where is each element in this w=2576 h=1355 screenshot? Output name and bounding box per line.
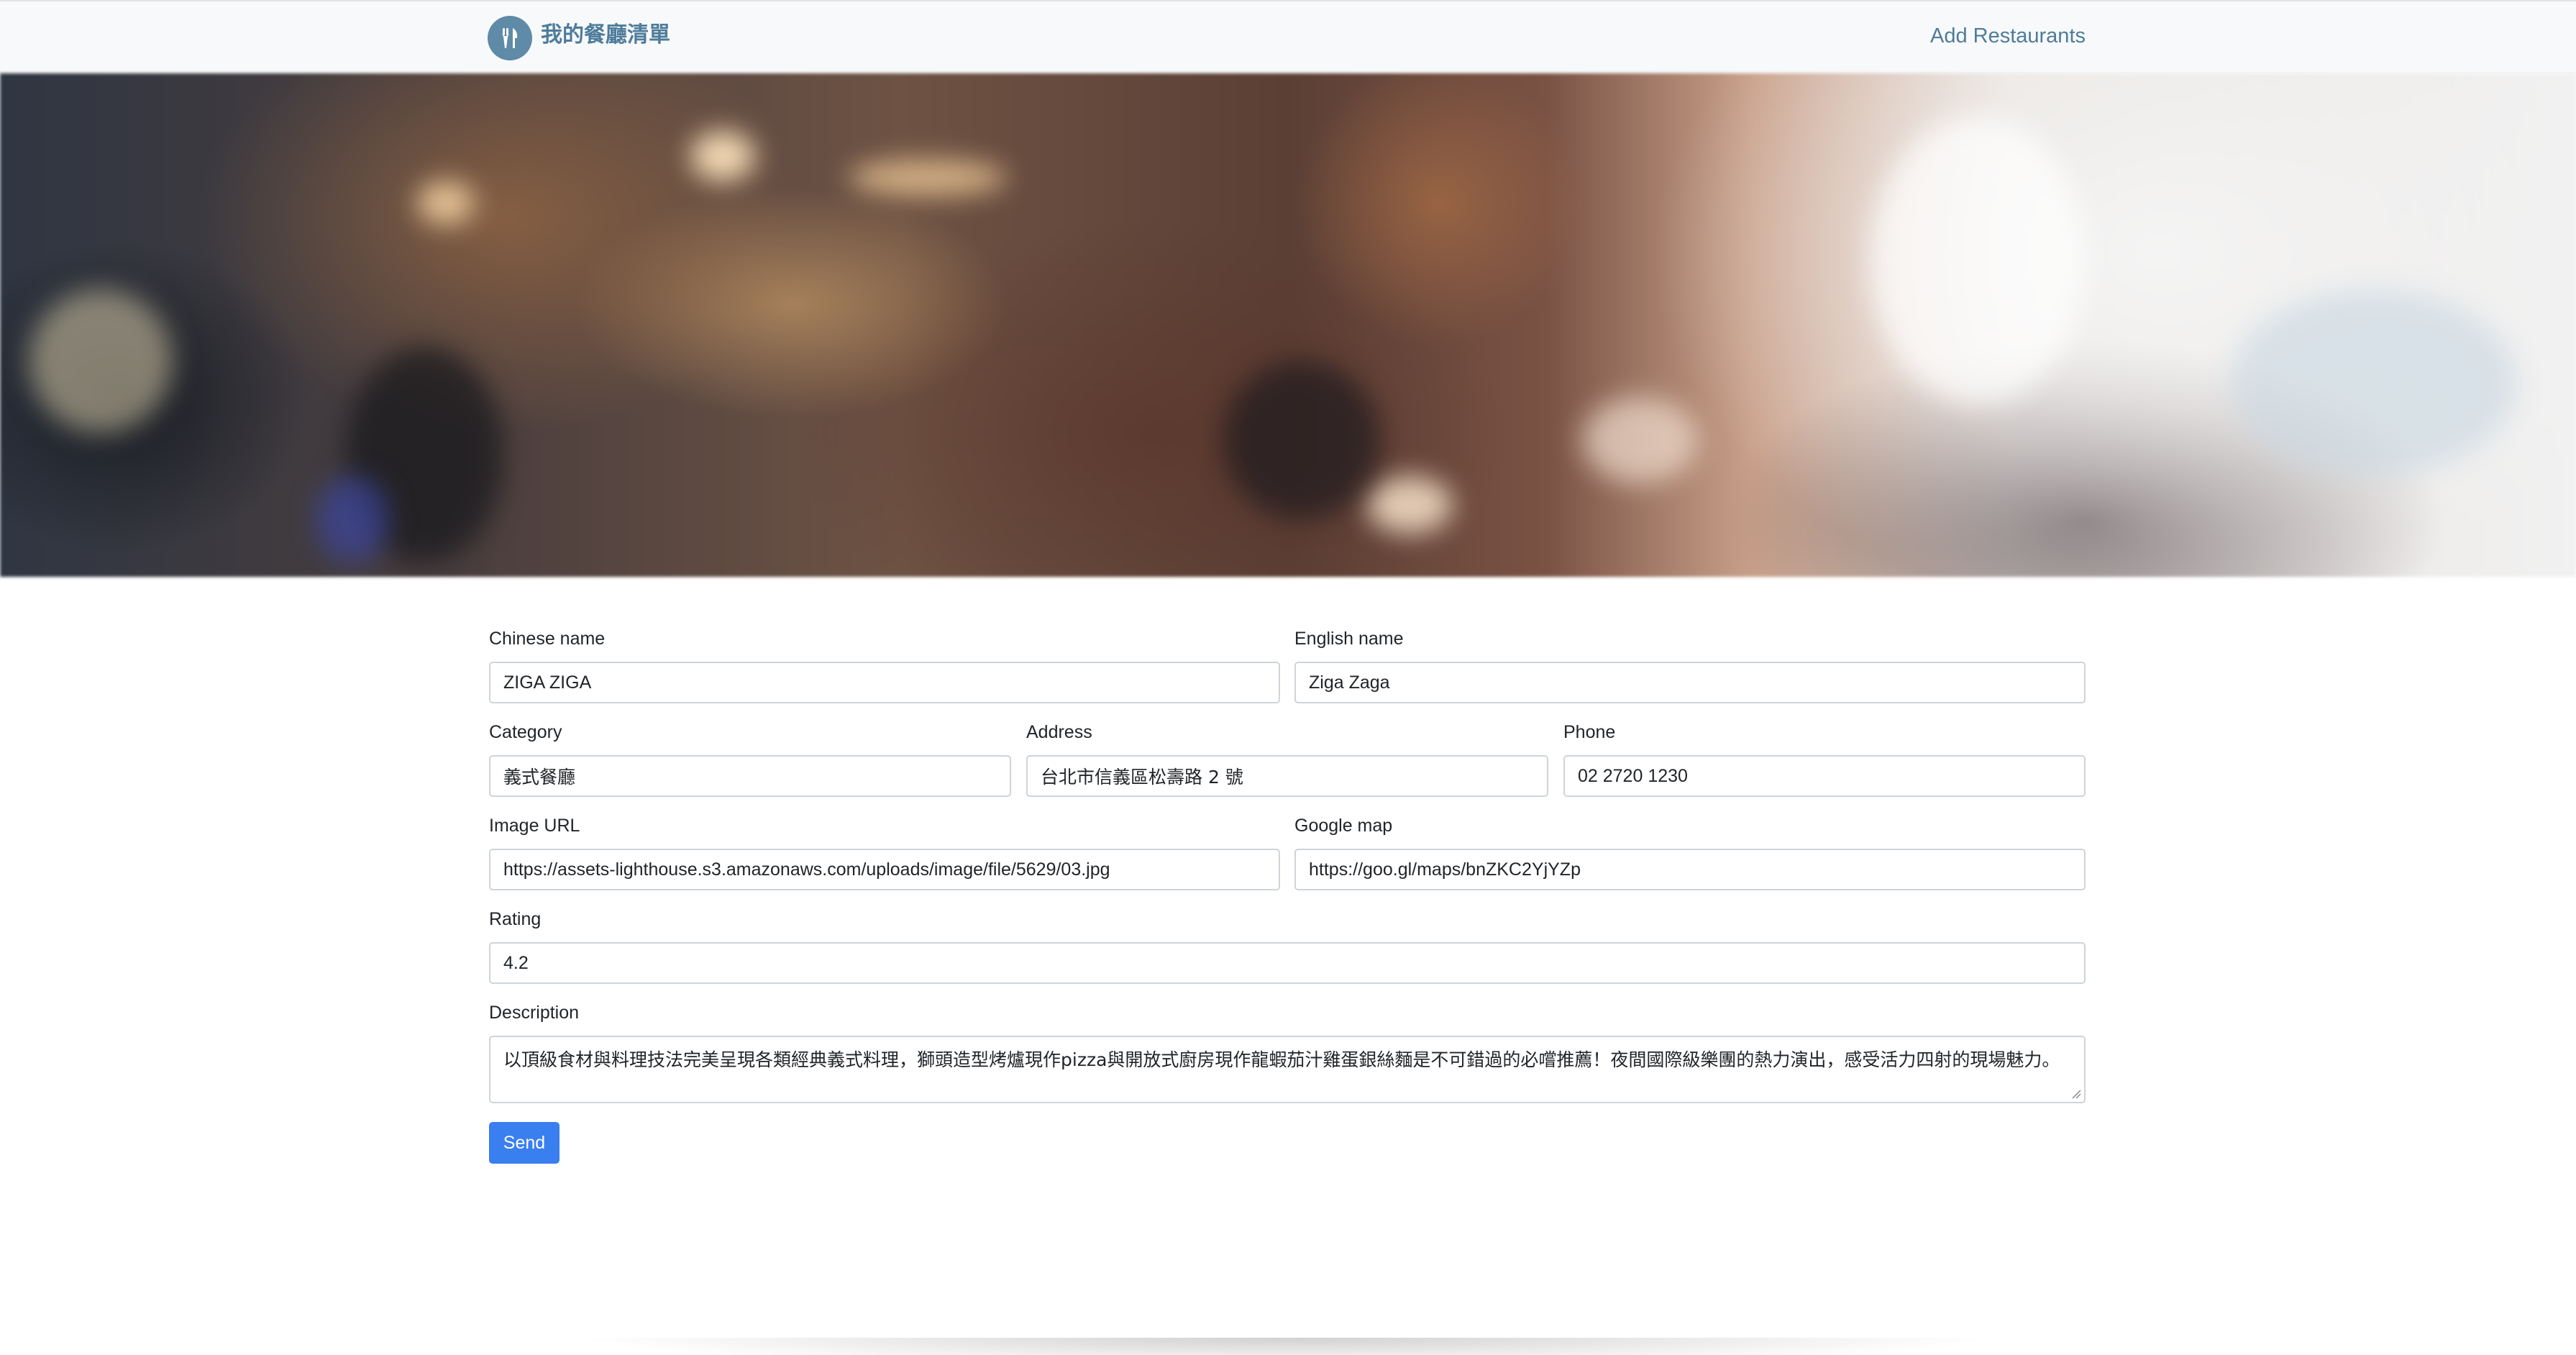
brand[interactable]: 我的餐廳清單 — [488, 16, 670, 60]
resize-handle-icon[interactable] — [2071, 1089, 2081, 1099]
category-label: Category — [489, 722, 562, 742]
utensils-icon — [488, 16, 532, 60]
hero-banner-image — [0, 73, 2576, 577]
google-map-label: Google map — [1294, 816, 1393, 836]
category-input[interactable]: 義式餐廳 — [489, 755, 1011, 797]
image-url-input[interactable]: https://assets-lighthouse.s3.amazonaws.c… — [489, 849, 1280, 890]
description-label: Description — [489, 1003, 580, 1023]
brand-title: 我的餐廳清單 — [541, 22, 670, 47]
rating-label: Rating — [489, 909, 542, 929]
english-name-input[interactable]: Ziga Zaga — [1294, 662, 2086, 703]
add-restaurants-link[interactable]: Add Restaurants — [1930, 24, 2086, 48]
description-text: 以頂級食材與料理技法完美呈現各類經典義式料理，獅頭造型烤爐現作pizza與開放式… — [503, 1049, 2060, 1070]
description-textarea[interactable]: 以頂級食材與料理技法完美呈現各類經典義式料理，獅頭造型烤爐現作pizza與開放式… — [489, 1036, 2086, 1103]
google-map-input[interactable]: https://goo.gl/maps/bnZKC2YjYZp — [1294, 849, 2086, 890]
phone-label: Phone — [1563, 722, 1616, 742]
navbar: 我的餐廳清單 Add Restaurants — [0, 0, 2576, 73]
address-label: Address — [1026, 722, 1092, 742]
bottom-shadow — [575, 1338, 1999, 1355]
rating-input[interactable]: 4.2 — [489, 942, 2086, 984]
address-input[interactable]: 台北市信義區松壽路 2 號 — [1026, 755, 1548, 797]
page: 我的餐廳清單 Add Restaurants Chinese name ZIGA… — [0, 0, 2576, 1355]
chinese-name-input[interactable]: ZIGA ZIGA — [489, 662, 1280, 703]
phone-input[interactable]: 02 2720 1230 — [1563, 755, 2086, 797]
image-url-label: Image URL — [489, 816, 580, 836]
send-button[interactable]: Send — [489, 1122, 559, 1164]
english-name-label: English name — [1294, 629, 1404, 649]
chinese-name-label: Chinese name — [489, 629, 606, 649]
